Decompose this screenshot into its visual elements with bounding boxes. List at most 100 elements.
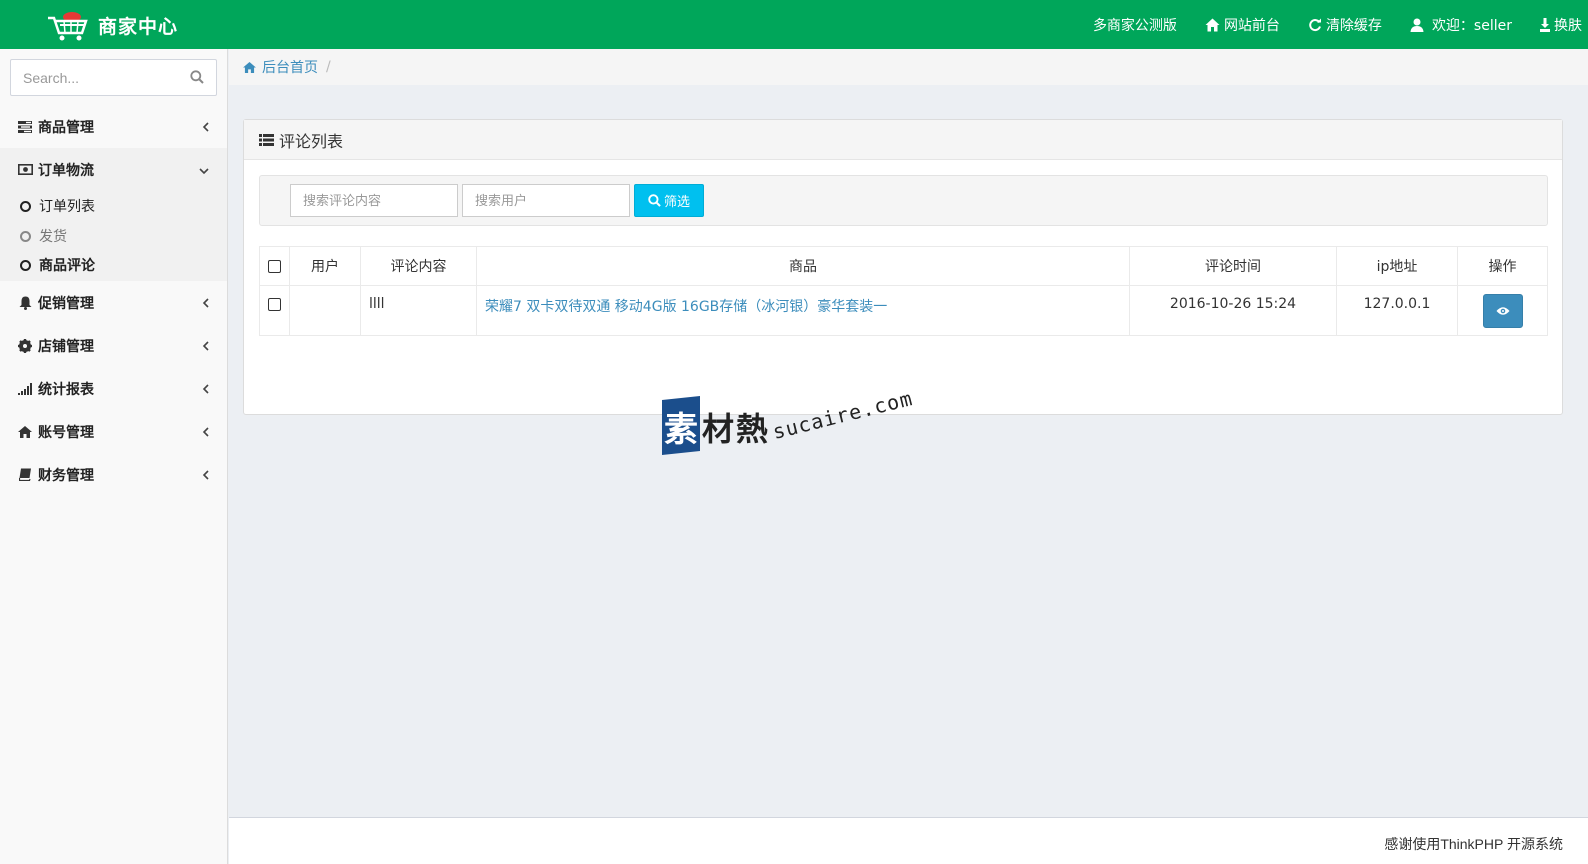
sidebar-subitem-reviews[interactable]: 商品评论: [0, 251, 227, 281]
home-icon: [17, 425, 33, 438]
cell-content: llll: [360, 285, 477, 336]
review-list-panel: 评论列表 筛选 用户 评论内容 商品 评论时间 ip地址 操作 ll: [243, 119, 1563, 415]
money-icon: [17, 164, 33, 175]
table-row: llll 荣耀7 双卡双待双通 移动4G版 16GB存储（冰河银）豪华套装一 2…: [259, 285, 1548, 336]
filter-button[interactable]: 筛选: [634, 184, 704, 217]
sidebar-item-store[interactable]: 店铺管理: [0, 324, 227, 367]
search-icon[interactable]: [190, 70, 204, 88]
bell-icon: [17, 296, 33, 310]
sidebar-subitem-label: 发货: [39, 229, 67, 245]
tasks-icon: [17, 120, 33, 133]
sidebar: 商品管理 订单物流 订单列表 发货 商品评论 促销: [0, 49, 228, 864]
nav-user-label: 欢迎：seller: [1431, 17, 1512, 34]
search-user-input[interactable]: [462, 184, 630, 217]
search-icon: [648, 194, 661, 207]
footer: 感谢使用ThinkPHP 开源系统: [229, 817, 1588, 864]
row-checkbox[interactable]: [268, 297, 281, 311]
chevron-left-icon: [202, 339, 209, 355]
sidebar-item-label: 账号管理: [38, 424, 94, 441]
download-icon: [1540, 17, 1550, 32]
sidebar-item-accounts[interactable]: 账号管理: [0, 410, 227, 453]
cell-user: [289, 285, 361, 336]
column-header: 商品: [476, 246, 1130, 286]
sidebar-item-label: 统计报表: [38, 381, 94, 398]
footer-text: 感谢使用ThinkPHP 开源系统: [1384, 836, 1563, 852]
row-select-cell: [259, 285, 290, 336]
list-icon: [259, 133, 274, 146]
top-nav: 多商家公测版 网站前台 清除缓存 欢迎：seller 换肤: [1065, 0, 1582, 49]
sidebar-search: [10, 59, 217, 96]
view-button[interactable]: [1482, 294, 1523, 328]
brand[interactable]: 商家中心: [46, 8, 178, 42]
breadcrumb: 后台首页 /: [229, 49, 1588, 85]
cell-ip: 127.0.0.1: [1336, 285, 1458, 336]
nav-frontend-link[interactable]: 网站前台: [1205, 15, 1280, 35]
cell-actions: [1457, 285, 1548, 336]
sidebar-item-finance[interactable]: 财务管理: [0, 453, 227, 496]
nav-change-skin-label: 换肤: [1554, 17, 1582, 34]
sidebar-item-products[interactable]: 商品管理: [0, 105, 227, 148]
watermark-char: 素: [664, 410, 698, 450]
panel-header: 评论列表: [244, 120, 1562, 160]
circle-icon: [20, 200, 31, 212]
sidebar-item-promotions[interactable]: 促销管理: [0, 281, 227, 324]
book-icon: [17, 468, 33, 481]
search-input[interactable]: [11, 69, 181, 86]
sidebar-item-label: 促销管理: [38, 295, 94, 312]
table-header-row: 用户 评论内容 商品 评论时间 ip地址 操作: [259, 246, 1548, 286]
home-icon: [243, 61, 256, 73]
chevron-left-icon: [202, 382, 209, 398]
column-header: ip地址: [1336, 246, 1458, 286]
column-header: 用户: [289, 246, 361, 286]
shopping-cart-logo-icon: [46, 8, 90, 42]
chevron-left-icon: [202, 296, 209, 312]
sidebar-item-label: 订单物流: [38, 162, 94, 179]
nav-user-menu[interactable]: 欢迎：seller: [1410, 15, 1512, 35]
filter-button-label: 筛选: [663, 195, 690, 210]
column-header: 评论内容: [360, 246, 477, 286]
nav-clear-cache-label: 清除缓存: [1325, 17, 1382, 34]
column-header: 操作: [1457, 246, 1548, 286]
panel-title: 评论列表: [279, 131, 344, 151]
chevron-down-icon: [199, 163, 209, 179]
sidebar-item-orders[interactable]: 订单物流: [0, 148, 227, 191]
chevron-left-icon: [202, 468, 209, 484]
column-header: 评论时间: [1129, 246, 1337, 286]
breadcrumb-separator: /: [326, 59, 331, 75]
review-table: 用户 评论内容 商品 评论时间 ip地址 操作 llll 荣耀7 双卡双待双通 …: [259, 246, 1548, 336]
breadcrumb-home-link[interactable]: 后台首页: [262, 57, 318, 77]
circle-icon: [20, 230, 31, 242]
chevron-left-icon: [202, 120, 209, 136]
circle-icon: [20, 259, 31, 271]
sidebar-subitem-ship[interactable]: 发货: [0, 221, 227, 251]
eye-icon: [1496, 307, 1509, 315]
watermark-text: 材熱: [702, 410, 771, 448]
nav-change-skin[interactable]: 换肤: [1540, 15, 1582, 35]
select-all-cell: [259, 246, 290, 286]
nav-beta-version[interactable]: 多商家公测版: [1093, 15, 1177, 35]
nav-frontend-label: 网站前台: [1223, 17, 1280, 34]
search-review-content-input[interactable]: [290, 184, 458, 217]
cell-time: 2016-10-26 15:24: [1129, 285, 1337, 336]
sidebar-item-reports[interactable]: 统计报表: [0, 367, 227, 410]
chevron-left-icon: [202, 425, 209, 441]
sidebar-subitem-label: 订单列表: [39, 199, 95, 215]
cell-product: 荣耀7 双卡双待双通 移动4G版 16GB存储（冰河银）豪华套装一: [476, 285, 1130, 336]
filter-bar: 筛选: [259, 175, 1548, 226]
nav-beta-label: 多商家公测版: [1092, 17, 1177, 34]
sidebar-group-orders: 订单物流 订单列表 发货 商品评论: [0, 148, 227, 281]
gear-icon: [17, 338, 33, 353]
refresh-icon: [1309, 18, 1321, 31]
sidebar-subitem-label: 商品评论: [39, 258, 95, 274]
sidebar-item-label: 财务管理: [38, 467, 94, 484]
home-icon: [1205, 18, 1220, 31]
nav-clear-cache[interactable]: 清除缓存: [1308, 15, 1382, 35]
top-navbar: 商家中心 多商家公测版 网站前台 清除缓存 欢迎：seller 换肤: [0, 0, 1588, 49]
user-icon: [1410, 18, 1424, 32]
sidebar-subitem-order-list[interactable]: 订单列表: [0, 191, 227, 221]
signal-icon: [17, 382, 33, 395]
select-all-checkbox[interactable]: [268, 259, 281, 273]
product-link[interactable]: 荣耀7 双卡双待双通 移动4G版 16GB存储（冰河银）豪华套装一: [485, 299, 887, 315]
sidebar-item-label: 商品管理: [38, 119, 94, 136]
brand-title: 商家中心: [98, 15, 179, 38]
